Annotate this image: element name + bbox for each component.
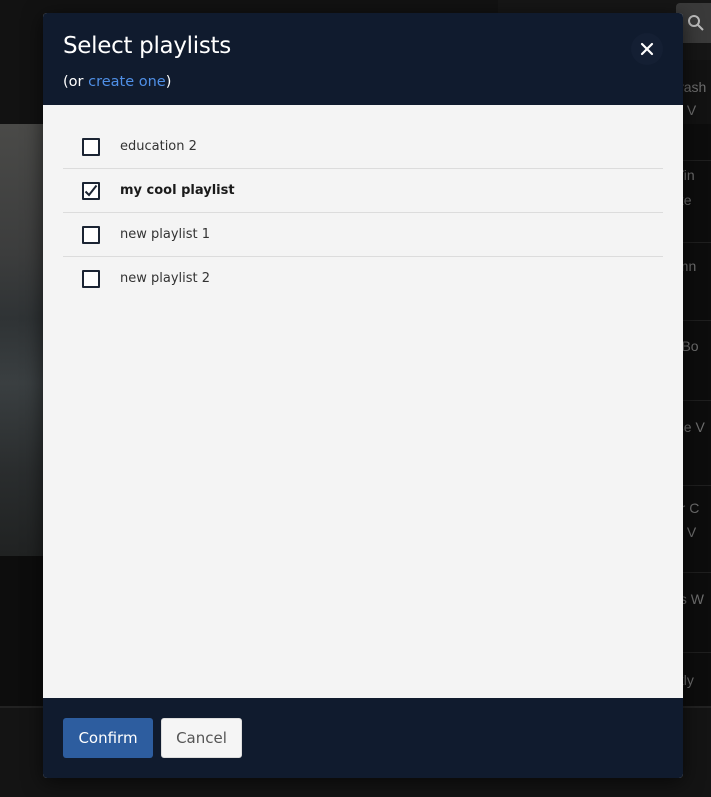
- select-playlists-dialog: Select playlists (or create one) educati…: [43, 13, 683, 778]
- background-list-text: ck V: [683, 524, 697, 540]
- confirm-button[interactable]: Confirm: [63, 718, 153, 758]
- checkmark-icon: [84, 184, 98, 197]
- background-list-text: umn: [683, 258, 697, 274]
- dialog-subtitle: (or create one): [63, 74, 171, 90]
- playlist-item[interactable]: new playlist 1: [63, 213, 663, 257]
- playlist-item[interactable]: my cool playlist: [63, 169, 663, 213]
- playlist-label: new playlist 1: [120, 227, 211, 242]
- background-list-text: ake: [683, 192, 692, 208]
- background-video-thumbnail: [0, 124, 44, 556]
- close-icon: [640, 42, 654, 56]
- playlist-list: education 2 my cool playlist new playlis…: [63, 125, 663, 301]
- background-list-text: A Bo: [683, 338, 699, 354]
- playlist-label: education 2: [120, 139, 197, 154]
- background-list-text: l Tin: [683, 167, 695, 183]
- dialog-header: Select playlists (or create one): [43, 13, 683, 105]
- dialog-title: Select playlists: [63, 33, 231, 59]
- playlist-item[interactable]: new playlist 2: [63, 257, 663, 301]
- background-list-text: ins W: [683, 591, 704, 607]
- close-button[interactable]: [631, 33, 663, 65]
- dialog-body: education 2 my cool playlist new playlis…: [43, 105, 683, 698]
- playlist-checkbox[interactable]: [82, 270, 100, 288]
- background-list-text: ck V: [683, 102, 697, 118]
- background-list-text: ter C: [683, 500, 700, 516]
- create-playlist-link[interactable]: create one: [88, 74, 166, 90]
- playlist-checkbox[interactable]: [82, 182, 100, 200]
- playlist-label: new playlist 2: [120, 271, 211, 286]
- playlist-item[interactable]: education 2: [63, 125, 663, 169]
- playlist-checkbox[interactable]: [82, 226, 100, 244]
- background-side-list: Crash ck V l Tin ake umn A Bo ose V ter …: [683, 60, 711, 710]
- subtitle-prefix: (or: [63, 74, 89, 90]
- search-icon: [688, 15, 704, 31]
- background-list-text: Crash: [683, 79, 707, 95]
- cancel-button[interactable]: Cancel: [161, 718, 242, 758]
- playlist-checkbox[interactable]: [82, 138, 100, 156]
- subtitle-suffix: ): [165, 74, 172, 90]
- background-list-text: ose V: [683, 419, 705, 435]
- playlist-label: my cool playlist: [120, 183, 235, 198]
- dialog-footer: Confirm Cancel: [43, 698, 683, 778]
- background-list-text: okly: [683, 672, 694, 688]
